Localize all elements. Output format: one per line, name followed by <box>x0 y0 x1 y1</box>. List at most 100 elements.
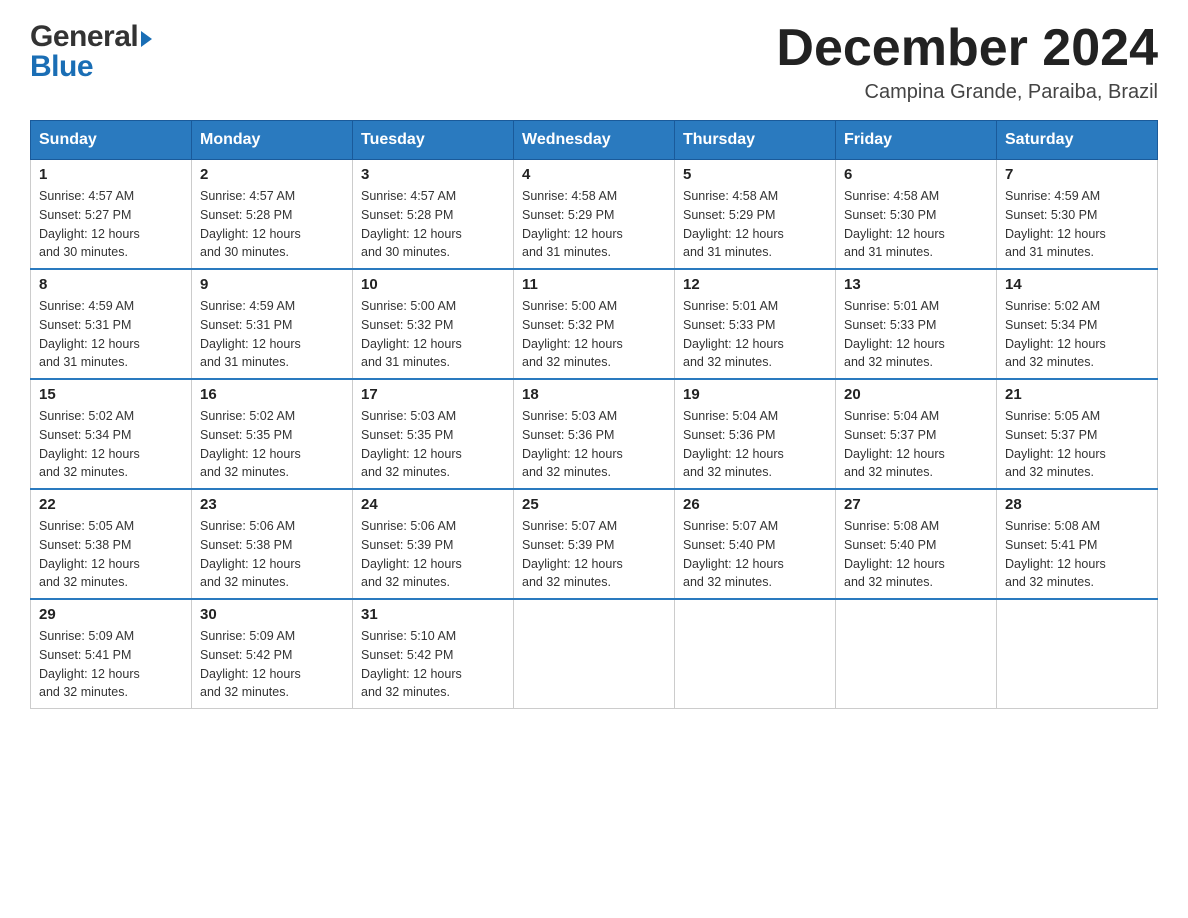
day-number: 18 <box>522 386 666 403</box>
day-number: 22 <box>39 496 183 513</box>
calendar-day-cell: 8 Sunrise: 4:59 AM Sunset: 5:31 PM Dayli… <box>31 269 192 379</box>
calendar-day-cell: 10 Sunrise: 5:00 AM Sunset: 5:32 PM Dayl… <box>353 269 514 379</box>
day-info: Sunrise: 5:04 AM Sunset: 5:37 PM Dayligh… <box>844 407 988 482</box>
day-number: 6 <box>844 166 988 183</box>
day-number: 7 <box>1005 166 1149 183</box>
day-number: 9 <box>200 276 344 293</box>
day-info: Sunrise: 4:58 AM Sunset: 5:30 PM Dayligh… <box>844 187 988 262</box>
calendar-day-cell: 4 Sunrise: 4:58 AM Sunset: 5:29 PM Dayli… <box>514 160 675 270</box>
calendar-day-cell: 1 Sunrise: 4:57 AM Sunset: 5:27 PM Dayli… <box>31 160 192 270</box>
calendar-day-cell: 11 Sunrise: 5:00 AM Sunset: 5:32 PM Dayl… <box>514 269 675 379</box>
day-number: 12 <box>683 276 827 293</box>
day-number: 10 <box>361 276 505 293</box>
calendar-day-cell <box>836 599 997 709</box>
calendar-day-cell: 15 Sunrise: 5:02 AM Sunset: 5:34 PM Dayl… <box>31 379 192 489</box>
day-info: Sunrise: 4:57 AM Sunset: 5:27 PM Dayligh… <box>39 187 183 262</box>
day-info: Sunrise: 4:58 AM Sunset: 5:29 PM Dayligh… <box>522 187 666 262</box>
day-info: Sunrise: 5:02 AM Sunset: 5:34 PM Dayligh… <box>1005 297 1149 372</box>
day-number: 30 <box>200 606 344 623</box>
day-info: Sunrise: 5:02 AM Sunset: 5:34 PM Dayligh… <box>39 407 183 482</box>
calendar-day-cell: 6 Sunrise: 4:58 AM Sunset: 5:30 PM Dayli… <box>836 160 997 270</box>
calendar-day-cell: 24 Sunrise: 5:06 AM Sunset: 5:39 PM Dayl… <box>353 489 514 599</box>
calendar-day-cell: 26 Sunrise: 5:07 AM Sunset: 5:40 PM Dayl… <box>675 489 836 599</box>
title-area: December 2024 Campina Grande, Paraiba, B… <box>776 20 1158 104</box>
day-info: Sunrise: 4:59 AM Sunset: 5:30 PM Dayligh… <box>1005 187 1149 262</box>
day-info: Sunrise: 5:09 AM Sunset: 5:42 PM Dayligh… <box>200 627 344 702</box>
day-info: Sunrise: 5:07 AM Sunset: 5:40 PM Dayligh… <box>683 517 827 592</box>
page-header: General Blue December 2024 Campina Grand… <box>30 20 1158 104</box>
day-number: 11 <box>522 276 666 293</box>
day-number: 24 <box>361 496 505 513</box>
calendar-day-cell: 17 Sunrise: 5:03 AM Sunset: 5:35 PM Dayl… <box>353 379 514 489</box>
calendar-day-cell: 18 Sunrise: 5:03 AM Sunset: 5:36 PM Dayl… <box>514 379 675 489</box>
day-number: 29 <box>39 606 183 623</box>
day-number: 13 <box>844 276 988 293</box>
day-number: 1 <box>39 166 183 183</box>
weekday-header-monday: Monday <box>192 121 353 160</box>
calendar-day-cell: 30 Sunrise: 5:09 AM Sunset: 5:42 PM Dayl… <box>192 599 353 709</box>
day-number: 31 <box>361 606 505 623</box>
day-number: 26 <box>683 496 827 513</box>
day-info: Sunrise: 4:59 AM Sunset: 5:31 PM Dayligh… <box>200 297 344 372</box>
weekday-header-sunday: Sunday <box>31 121 192 160</box>
calendar-week-row: 1 Sunrise: 4:57 AM Sunset: 5:27 PM Dayli… <box>31 160 1158 270</box>
calendar-day-cell: 21 Sunrise: 5:05 AM Sunset: 5:37 PM Dayl… <box>997 379 1158 489</box>
day-number: 23 <box>200 496 344 513</box>
calendar-week-row: 15 Sunrise: 5:02 AM Sunset: 5:34 PM Dayl… <box>31 379 1158 489</box>
day-number: 14 <box>1005 276 1149 293</box>
calendar-day-cell: 12 Sunrise: 5:01 AM Sunset: 5:33 PM Dayl… <box>675 269 836 379</box>
calendar-day-cell: 22 Sunrise: 5:05 AM Sunset: 5:38 PM Dayl… <box>31 489 192 599</box>
day-info: Sunrise: 5:05 AM Sunset: 5:38 PM Dayligh… <box>39 517 183 592</box>
day-info: Sunrise: 5:03 AM Sunset: 5:35 PM Dayligh… <box>361 407 505 482</box>
day-info: Sunrise: 4:57 AM Sunset: 5:28 PM Dayligh… <box>361 187 505 262</box>
day-info: Sunrise: 5:03 AM Sunset: 5:36 PM Dayligh… <box>522 407 666 482</box>
calendar-day-cell: 20 Sunrise: 5:04 AM Sunset: 5:37 PM Dayl… <box>836 379 997 489</box>
day-info: Sunrise: 5:09 AM Sunset: 5:41 PM Dayligh… <box>39 627 183 702</box>
calendar-header-row: SundayMondayTuesdayWednesdayThursdayFrid… <box>31 121 1158 160</box>
day-number: 17 <box>361 386 505 403</box>
day-info: Sunrise: 5:04 AM Sunset: 5:36 PM Dayligh… <box>683 407 827 482</box>
day-number: 19 <box>683 386 827 403</box>
calendar-day-cell: 14 Sunrise: 5:02 AM Sunset: 5:34 PM Dayl… <box>997 269 1158 379</box>
calendar-day-cell: 31 Sunrise: 5:10 AM Sunset: 5:42 PM Dayl… <box>353 599 514 709</box>
calendar-day-cell: 27 Sunrise: 5:08 AM Sunset: 5:40 PM Dayl… <box>836 489 997 599</box>
day-number: 21 <box>1005 386 1149 403</box>
calendar-day-cell: 2 Sunrise: 4:57 AM Sunset: 5:28 PM Dayli… <box>192 160 353 270</box>
calendar-day-cell <box>514 599 675 709</box>
logo-arrow-icon <box>141 31 152 47</box>
weekday-header-saturday: Saturday <box>997 121 1158 160</box>
day-info: Sunrise: 5:01 AM Sunset: 5:33 PM Dayligh… <box>844 297 988 372</box>
day-info: Sunrise: 5:02 AM Sunset: 5:35 PM Dayligh… <box>200 407 344 482</box>
day-number: 5 <box>683 166 827 183</box>
calendar-week-row: 8 Sunrise: 4:59 AM Sunset: 5:31 PM Dayli… <box>31 269 1158 379</box>
calendar-day-cell: 23 Sunrise: 5:06 AM Sunset: 5:38 PM Dayl… <box>192 489 353 599</box>
day-info: Sunrise: 5:01 AM Sunset: 5:33 PM Dayligh… <box>683 297 827 372</box>
calendar-week-row: 29 Sunrise: 5:09 AM Sunset: 5:41 PM Dayl… <box>31 599 1158 709</box>
weekday-header-wednesday: Wednesday <box>514 121 675 160</box>
weekday-header-thursday: Thursday <box>675 121 836 160</box>
day-info: Sunrise: 5:10 AM Sunset: 5:42 PM Dayligh… <box>361 627 505 702</box>
day-info: Sunrise: 5:08 AM Sunset: 5:40 PM Dayligh… <box>844 517 988 592</box>
calendar-day-cell: 28 Sunrise: 5:08 AM Sunset: 5:41 PM Dayl… <box>997 489 1158 599</box>
day-info: Sunrise: 4:59 AM Sunset: 5:31 PM Dayligh… <box>39 297 183 372</box>
day-info: Sunrise: 5:08 AM Sunset: 5:41 PM Dayligh… <box>1005 517 1149 592</box>
month-title: December 2024 <box>776 20 1158 77</box>
day-info: Sunrise: 4:58 AM Sunset: 5:29 PM Dayligh… <box>683 187 827 262</box>
day-number: 15 <box>39 386 183 403</box>
day-info: Sunrise: 5:06 AM Sunset: 5:39 PM Dayligh… <box>361 517 505 592</box>
calendar-day-cell: 13 Sunrise: 5:01 AM Sunset: 5:33 PM Dayl… <box>836 269 997 379</box>
calendar-day-cell: 16 Sunrise: 5:02 AM Sunset: 5:35 PM Dayl… <box>192 379 353 489</box>
location-subtitle: Campina Grande, Paraiba, Brazil <box>776 81 1158 104</box>
calendar-day-cell: 7 Sunrise: 4:59 AM Sunset: 5:30 PM Dayli… <box>997 160 1158 270</box>
day-number: 4 <box>522 166 666 183</box>
calendar-day-cell: 19 Sunrise: 5:04 AM Sunset: 5:36 PM Dayl… <box>675 379 836 489</box>
logo-general-text: General <box>30 20 138 54</box>
day-number: 8 <box>39 276 183 293</box>
calendar-day-cell: 5 Sunrise: 4:58 AM Sunset: 5:29 PM Dayli… <box>675 160 836 270</box>
calendar-day-cell: 3 Sunrise: 4:57 AM Sunset: 5:28 PM Dayli… <box>353 160 514 270</box>
day-info: Sunrise: 5:00 AM Sunset: 5:32 PM Dayligh… <box>361 297 505 372</box>
logo-blue-text: Blue <box>30 50 152 84</box>
day-number: 28 <box>1005 496 1149 513</box>
day-number: 16 <box>200 386 344 403</box>
day-number: 2 <box>200 166 344 183</box>
